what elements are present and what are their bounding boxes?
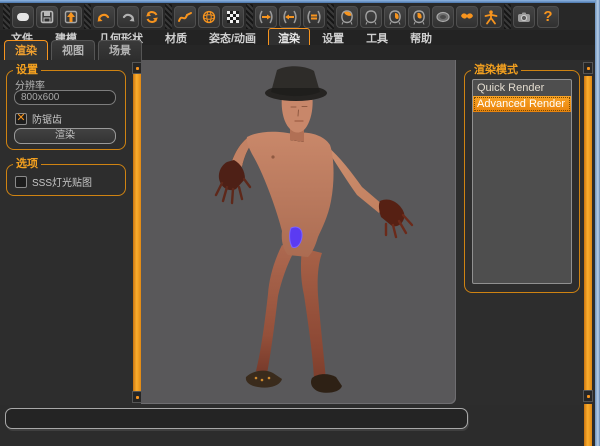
head-hair-right-icon[interactable] — [384, 6, 406, 28]
figure-right-shoe — [311, 374, 342, 393]
toolbar-separator — [165, 4, 172, 29]
render-button[interactable]: 渲染 — [14, 128, 116, 144]
face-match-icon[interactable] — [303, 6, 325, 28]
options-group: 选项 SSS灯光贴图 — [6, 164, 126, 196]
figure-left-sandal — [246, 371, 282, 388]
render-viewport[interactable] — [141, 60, 456, 404]
window-top-frame — [0, 0, 600, 3]
refresh-icon[interactable] — [141, 6, 163, 28]
new-document-icon[interactable] — [12, 6, 34, 28]
render-mode-group: 渲染模式 Quick Render Advanced Render — [464, 70, 580, 293]
camera-icon[interactable] — [513, 6, 535, 28]
window-right-frame — [595, 0, 600, 446]
tab-scene[interactable]: 场景 — [98, 40, 142, 60]
figure-chest-detail — [271, 155, 274, 158]
right-scrollbar-bottom-button[interactable] — [583, 390, 593, 402]
face-transfer-right-icon[interactable] — [255, 6, 277, 28]
mustache-icon[interactable] — [456, 6, 478, 28]
sss-checkbox[interactable] — [15, 176, 27, 188]
options-group-title: 选项 — [13, 157, 41, 171]
figure-right-arm — [327, 146, 383, 213]
antialias-label: 防锯齿 — [32, 111, 62, 126]
undo-icon[interactable] — [93, 6, 115, 28]
render-mode-advanced[interactable]: Advanced Render — [473, 96, 571, 112]
toolbar-separator — [3, 4, 10, 29]
sss-label: SSS灯光贴图 — [32, 174, 92, 189]
toolbar-separator — [84, 4, 91, 29]
right-scrollbar-lower[interactable] — [584, 404, 592, 446]
tabbar: 渲染 视图 场景 — [0, 45, 595, 60]
curve-icon[interactable] — [174, 6, 196, 28]
wireframe-sphere-icon[interactable] — [198, 6, 220, 28]
face-transfer-left-icon[interactable] — [279, 6, 301, 28]
export-icon[interactable] — [60, 6, 82, 28]
settings-group-title: 设置 — [13, 63, 41, 77]
figure-right-leg — [301, 248, 326, 380]
head-hair-center-icon[interactable] — [408, 6, 430, 28]
right-scrollbar-top-button[interactable] — [583, 62, 593, 74]
figure-icon[interactable] — [480, 6, 502, 28]
render-mode-quick[interactable]: Quick Render — [473, 80, 571, 96]
toolbar-separator — [327, 4, 334, 29]
help-glyph: ? — [543, 9, 552, 24]
head-plain-icon[interactable] — [360, 6, 382, 28]
save-icon[interactable] — [36, 6, 58, 28]
progress-bar — [5, 408, 468, 429]
sss-row[interactable]: SSS灯光贴图 — [15, 174, 92, 189]
left-scrollbar[interactable] — [133, 74, 141, 392]
tab-view[interactable]: 视图 — [51, 40, 95, 60]
toolbar-separator — [246, 4, 253, 29]
toolbar-separator — [504, 4, 511, 29]
antialias-row[interactable]: 防锯齿 — [15, 111, 62, 126]
redo-icon[interactable] — [117, 6, 139, 28]
toolbar: ? — [0, 3, 595, 30]
settings-group: 设置 分辨率 防锯齿 渲染 — [6, 70, 126, 150]
mask-icon[interactable] — [432, 6, 454, 28]
right-scrollbar[interactable] — [584, 76, 592, 390]
checkerboard-icon[interactable] — [222, 6, 244, 28]
head-hair-top-icon[interactable] — [336, 6, 358, 28]
help-icon[interactable]: ? — [537, 6, 559, 28]
render-mode-list: Quick Render Advanced Render — [472, 79, 572, 284]
resolution-input[interactable] — [14, 90, 116, 105]
tab-render[interactable]: 渲染 — [4, 40, 48, 60]
figure-left-leg — [256, 245, 295, 374]
main-area: 设置 分辨率 防锯齿 渲染 选项 SSS灯光贴图 — [0, 60, 595, 405]
antialias-checkbox[interactable] — [15, 113, 27, 125]
render-mode-group-title: 渲染模式 — [471, 63, 521, 77]
human-figure — [141, 60, 456, 404]
